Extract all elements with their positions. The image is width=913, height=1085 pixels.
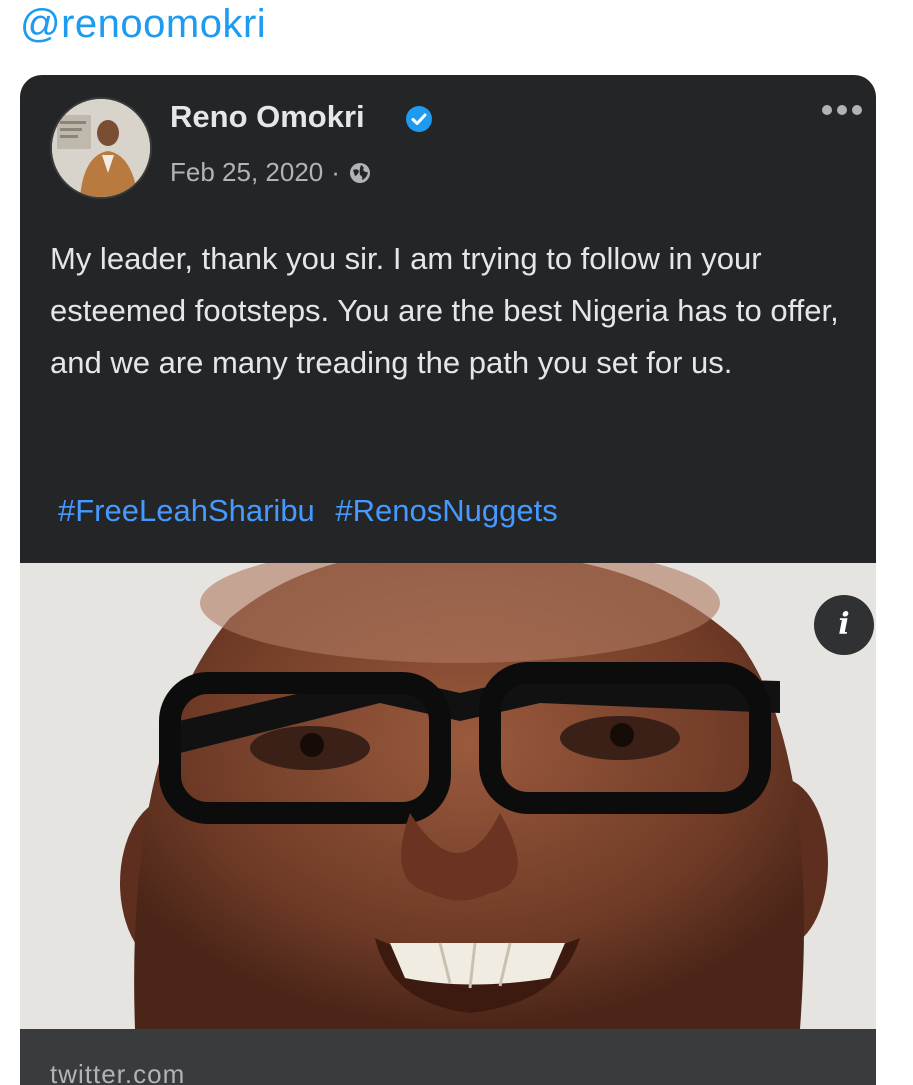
post-text: My leader, thank you sir. I am trying to…: [50, 241, 839, 380]
portrait-image: [20, 563, 876, 1029]
author-name[interactable]: Reno Omokri: [170, 99, 365, 135]
hashtag-link[interactable]: #FreeLeahSharibu: [58, 493, 315, 528]
post-meta: Feb 25, 2020 ·: [170, 157, 372, 188]
hashtag-list: #FreeLeahSharibu #RenosNuggets: [58, 493, 570, 529]
link-domain: twitter.com: [50, 1059, 186, 1085]
more-options-icon[interactable]: [820, 103, 864, 117]
post-date[interactable]: Feb 25, 2020: [170, 157, 323, 188]
avatar[interactable]: [50, 97, 152, 199]
avatar-image: [52, 99, 150, 197]
facebook-post-card: Reno Omokri Feb 25, 2020 · My leader, th…: [20, 75, 876, 1085]
hashtag-link[interactable]: #RenosNuggets: [335, 493, 557, 528]
account-handle[interactable]: @renoomokri: [20, 2, 266, 47]
globe-icon: [349, 162, 370, 183]
verified-badge-icon: [406, 106, 432, 132]
post-photo[interactable]: i: [20, 563, 876, 1029]
link-preview-footer[interactable]: twitter.com: [20, 1029, 876, 1085]
info-icon[interactable]: i: [814, 595, 874, 655]
meta-separator: ·: [331, 157, 340, 187]
